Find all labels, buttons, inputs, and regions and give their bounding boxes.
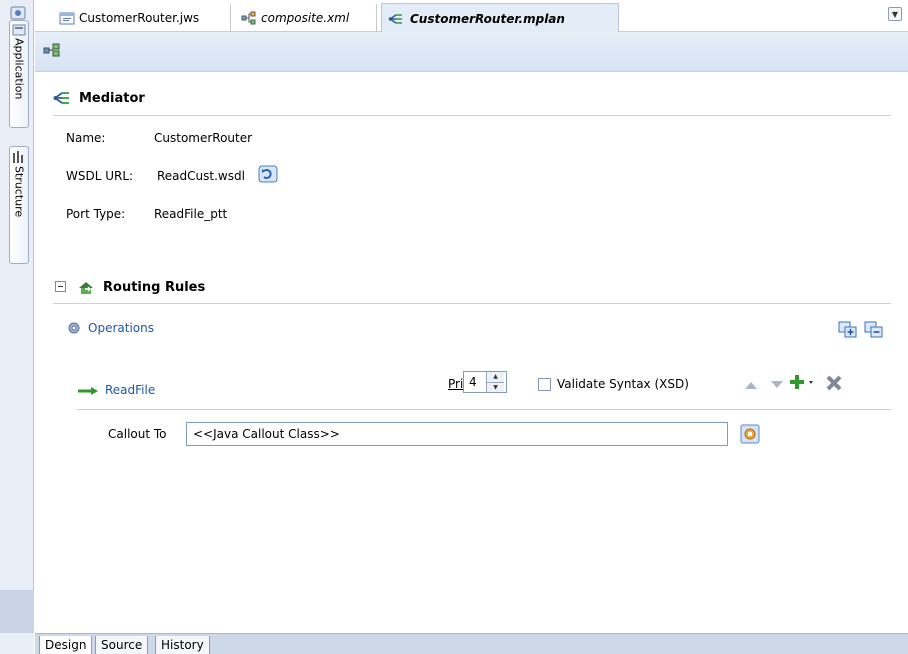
mediator-editor: Mediator Name: CustomerRouter WSDL URL: …: [35, 73, 908, 633]
callout-class-input[interactable]: [186, 422, 728, 446]
tab-design[interactable]: Design: [39, 636, 93, 654]
operations-link[interactable]: Operations: [66, 320, 154, 336]
priority-value[interactable]: 4: [464, 375, 486, 389]
collapse-icon[interactable]: [55, 281, 66, 292]
operations-label: Operations: [88, 321, 154, 335]
tab-customerrouter-jws[interactable]: CustomerRouter.jws: [53, 4, 231, 32]
operation-readfile-link[interactable]: ReadFile: [105, 383, 155, 397]
collapse-all-icon[interactable]: [864, 321, 884, 339]
left-dock: Application Structure: [0, 0, 34, 654]
wsdl-url-value: ReadCust.wsdl: [157, 169, 245, 183]
tab-source[interactable]: Source: [95, 636, 149, 654]
validate-syntax-label: Validate Syntax (XSD): [557, 377, 689, 391]
delete-icon[interactable]: [825, 374, 843, 392]
composite-icon: [241, 11, 256, 25]
editor-bottom-tabs: Design Source History: [35, 633, 908, 654]
operation-arrow-icon: [78, 387, 98, 395]
project-icon: [59, 12, 75, 25]
browse-class-icon[interactable]: [740, 424, 760, 444]
spinner-down-icon[interactable]: ▼: [487, 382, 504, 392]
validate-syntax-checkbox[interactable]: [538, 378, 551, 391]
structure-icon: [13, 151, 23, 163]
port-type-label: Port Type:: [66, 207, 126, 221]
dock-bottom-strip: [0, 590, 34, 633]
dock-bottom: [0, 633, 34, 654]
move-down-icon[interactable]: [770, 380, 784, 390]
editor-tab-bar: CustomerRouter.jws composite.xml Custome…: [35, 0, 908, 33]
divider: [77, 409, 891, 410]
tab-label: CustomerRouter.jws: [79, 11, 200, 25]
application-icon: [12, 24, 26, 36]
spinner-up-icon[interactable]: ▲: [487, 372, 504, 383]
divider: [53, 115, 891, 116]
application-tab-label: Application: [12, 38, 26, 100]
priority-spinner[interactable]: 4 ▲ ▼: [463, 371, 507, 393]
structure-tab[interactable]: Structure: [9, 146, 29, 264]
tab-label: composite.xml: [261, 11, 350, 25]
routing-rules-icon: [79, 282, 93, 294]
application-tab[interactable]: Application: [9, 20, 29, 128]
mediator-icon: [388, 13, 402, 24]
tab-list-dropdown-icon[interactable]: ▼: [888, 7, 902, 21]
application-navigator-icon[interactable]: [10, 6, 26, 20]
divider: [53, 303, 891, 304]
mediator-icon: [53, 92, 69, 104]
tab-customerrouter-mplan[interactable]: CustomerRouter.mplan: [381, 3, 619, 33]
wsdl-url-label: WSDL URL:: [66, 169, 134, 183]
tab-history[interactable]: History: [155, 636, 210, 654]
routing-rules-header: Routing Rules: [77, 279, 205, 295]
structure-tab-label: Structure: [12, 166, 26, 218]
port-type-value: ReadFile_ptt: [154, 207, 228, 221]
routing-rules-title: Routing Rules: [103, 279, 206, 295]
name-label: Name:: [66, 131, 106, 145]
mediator-section-header: Mediator: [53, 90, 145, 106]
tab-label: CustomerRouter.mplan: [410, 11, 565, 26]
add-dropdown-icon[interactable]: [790, 373, 818, 393]
gear-icon: [68, 322, 80, 334]
name-value: CustomerRouter: [154, 131, 253, 145]
tab-composite-xml[interactable]: composite.xml: [235, 4, 377, 32]
mediator-title: Mediator: [79, 90, 145, 106]
refresh-wsdl-icon[interactable]: [258, 165, 278, 183]
expand-all-icon[interactable]: [838, 321, 858, 339]
editor-toolbar: [35, 32, 908, 72]
callout-to-label: Callout To: [108, 427, 167, 441]
move-up-icon[interactable]: [744, 380, 758, 390]
add-routing-rule-icon[interactable]: [43, 42, 61, 58]
